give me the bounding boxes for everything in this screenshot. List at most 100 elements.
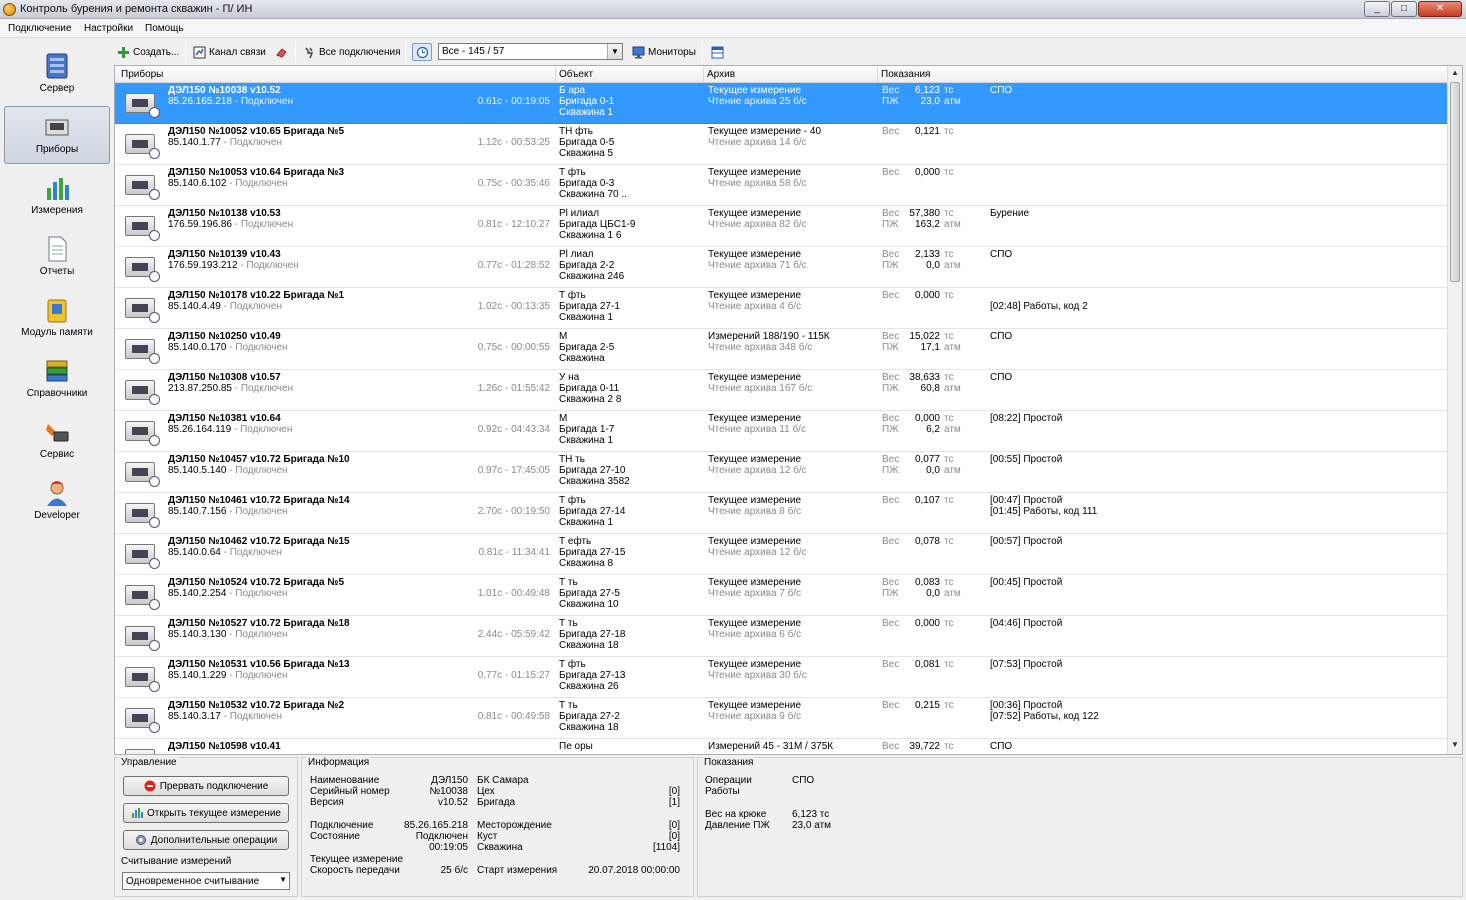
sidebar-item-server[interactable]: Сервер (4, 46, 110, 104)
layout-icon (711, 46, 724, 58)
reading-unit: тс (944, 249, 954, 260)
monitors-button[interactable]: Мониторы (632, 44, 696, 60)
reading-unit: тс (944, 741, 954, 752)
reading-values: 0,107 (885, 495, 940, 506)
device-ip: 85.140.0.170 - Подключен (168, 342, 288, 353)
scroll-down-icon[interactable]: ▼ (1450, 740, 1460, 752)
column-divider[interactable] (555, 67, 556, 82)
archive-status: Текущее измерение (708, 208, 802, 219)
object-line: Скважина 1 (559, 435, 614, 446)
scroll-up-icon[interactable]: ▲ (1450, 68, 1460, 80)
object-cell: М Бригада 2-5 Скважина (559, 331, 614, 364)
archive-status: Текущее измерение (708, 85, 802, 96)
all-connections-button[interactable]: Все подключения (303, 44, 401, 60)
reading-value: 0,083 (914, 577, 940, 588)
object-line: Бригада 27-15 (559, 547, 626, 558)
table-row[interactable]: ДЭЛ150 №10308 v10.57 213.87.250.85 - Под… (115, 370, 1448, 411)
more-operations-button[interactable]: Дополнительные операции (123, 830, 289, 850)
column-header-devices[interactable]: Приборы (121, 69, 163, 80)
sidebar-item-developer[interactable]: Developer (4, 473, 110, 531)
scroll-thumb[interactable] (1450, 82, 1460, 282)
device-status: - Подключен (226, 178, 288, 189)
table-row[interactable]: ДЭЛ150 №10462 v10.72 Бригада №15 85.140.… (115, 534, 1448, 575)
table-row[interactable]: ДЭЛ150 №10038 v10.52 85.26.165.218 - Под… (115, 83, 1448, 124)
table-row[interactable]: ДЭЛ150 №10052 v10.65 Бригада №5 85.140.1… (115, 124, 1448, 165)
table-row[interactable]: ДЭЛ150 №10457 v10.72 Бригада №10 85.140.… (115, 452, 1448, 493)
reading-unit: атм (944, 96, 961, 107)
column-header-object[interactable]: Объект (559, 69, 593, 80)
sidebar-item-devices[interactable]: Приборы (4, 106, 110, 164)
table-row[interactable]: ДЭЛ150 №10527 v10.72 Бригада №18 85.140.… (115, 616, 1448, 657)
archive-status: Текущее измерение (708, 372, 802, 383)
table-row[interactable]: ДЭЛ150 №10053 v10.64 Бригада №3 85.140.6… (115, 165, 1448, 206)
menu-settings[interactable]: Настройки (84, 23, 133, 34)
list-scrollbar[interactable]: ▲ ▼ (1447, 66, 1462, 754)
create-label: Создать... (133, 46, 180, 58)
device-status: - Подключен (220, 711, 282, 722)
object-cell: Т фть Бригада 0-3 Скважина 70 .. (559, 167, 627, 200)
table-row[interactable]: ДЭЛ150 №10250 v10.49 85.140.0.170 - Подк… (115, 329, 1448, 370)
column-header-readings[interactable]: Показания (881, 69, 930, 80)
reading-units: тс (944, 126, 953, 137)
list-header: Приборы Объект Архив Показания (115, 66, 1462, 83)
column-divider[interactable] (877, 67, 878, 82)
report-icon (48, 236, 67, 262)
menu-connection[interactable]: Подключение (8, 23, 71, 34)
reading-values: 57,380 163,2 (885, 208, 940, 230)
device-name: ДЭЛ150 №10532 v10.72 Бригада №2 (168, 700, 345, 711)
table-row[interactable]: ДЭЛ150 №10532 v10.72 Бригада №2 85.140.3… (115, 698, 1448, 739)
device-name: ДЭЛ150 №10462 v10.72 Бригада №15 (168, 536, 350, 547)
table-row[interactable]: ДЭЛ150 №10381 v10.64 85.26.164.119 - Под… (115, 411, 1448, 452)
device-ip-address: 85.140.5.140 (168, 465, 227, 476)
read-mode-select[interactable]: Одновременное считывание ▼ (122, 872, 290, 890)
device-ip-address: 85.140.0.64 (168, 547, 221, 558)
layout-button[interactable] (711, 44, 724, 60)
table-row[interactable]: ДЭЛ150 №10138 v10.53 176.59.196.86 - Под… (115, 206, 1448, 247)
control-title: Управление (119, 757, 179, 768)
create-button[interactable]: Создать... (117, 44, 179, 60)
minimize-button[interactable]: _ (1364, 1, 1390, 17)
operation-cell: [02:48] Работы, код 2 (990, 290, 1088, 312)
table-row[interactable]: ДЭЛ150 №10524 v10.72 Бригада №5 85.140.2… (115, 575, 1448, 616)
device-ip-address: 85.140.6.102 (168, 178, 227, 189)
sidebar-item-measurements[interactable]: Измерения (4, 168, 110, 226)
close-button[interactable]: ✕ (1418, 1, 1462, 17)
table-row[interactable]: ДЭЛ150 №10598 v10.41 Пе оры Измерений 45… (115, 739, 1448, 754)
table-row[interactable]: ДЭЛ150 №10461 v10.72 Бригада №14 85.140.… (115, 493, 1448, 534)
filter-select[interactable]: Все - 145 / 57 ▼ (438, 43, 623, 60)
menu-help[interactable]: Помощь (145, 23, 184, 34)
reading-units: тс (944, 290, 953, 301)
operation-note: [01:45] Работы, код 111 (990, 506, 1098, 517)
sidebar-item-reports[interactable]: Отчеты (4, 229, 110, 287)
info-value: Подключен (415, 831, 468, 842)
table-row[interactable]: ДЭЛ150 №10139 v10.43 176.59.193.212 - По… (115, 247, 1448, 288)
open-measurement-button[interactable]: Открыть текущее измерение (123, 803, 289, 823)
reading-value: 163,2 (914, 219, 940, 230)
read-mode-value: Одновременное считывание (126, 876, 260, 887)
table-row[interactable]: ДЭЛ150 №10178 v10.22 Бригада №1 85.140.4… (115, 288, 1448, 329)
table-row[interactable]: ДЭЛ150 №10531 v10.56 Бригада №13 85.140.… (115, 657, 1448, 698)
column-divider[interactable] (703, 67, 704, 82)
reading-units: тс (944, 167, 953, 178)
archive-status: Текущее измерение (708, 413, 802, 424)
stop-connection-button[interactable]: Прервать подключение (123, 776, 289, 796)
timer-toggle[interactable] (412, 43, 432, 61)
operation-note: [00:45] Простой (990, 577, 1063, 588)
eraser-button[interactable] (275, 44, 288, 60)
maximize-button[interactable]: □ (1391, 1, 1417, 17)
device-status: - Подключен (220, 301, 282, 312)
channel-button[interactable]: Канал связи (193, 44, 266, 60)
plug-icon (305, 47, 314, 58)
device-name: ДЭЛ150 №10598 v10.41 (168, 741, 281, 752)
reading-values: 0,000 (885, 618, 940, 629)
sidebar-item-memory-module[interactable]: Модуль памяти (4, 290, 110, 348)
server-icon (46, 53, 68, 79)
sidebar-item-service[interactable]: Сервис (4, 412, 110, 470)
column-header-archive[interactable]: Архив (707, 69, 735, 80)
reading-unit: тс (944, 454, 954, 465)
object-line: Бригада 27-14 (559, 506, 626, 517)
object-cell: М Бригада 1-7 Скважина 1 (559, 413, 614, 446)
title-bar: Контроль бурения и ремонта скважин - П/ … (0, 0, 1466, 19)
sidebar-item-references[interactable]: Справочники (4, 351, 110, 409)
reading-value: 57,380 (909, 208, 940, 219)
